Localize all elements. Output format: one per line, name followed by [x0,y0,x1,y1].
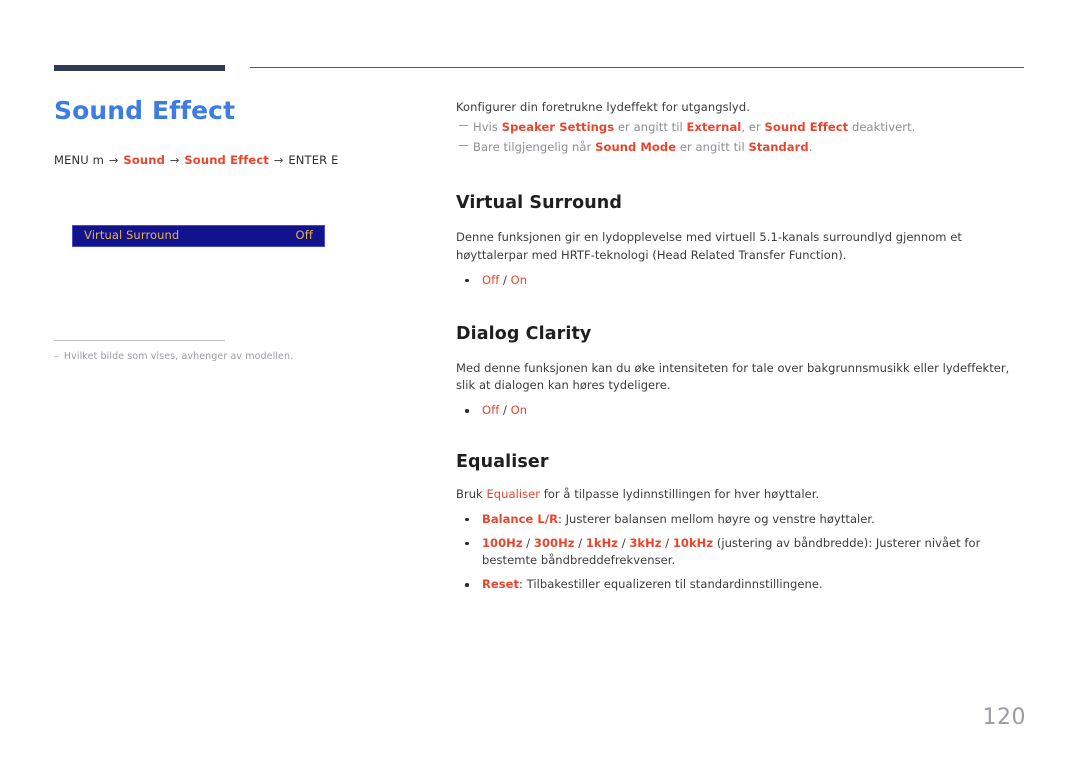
list-item: 100Hz / 300Hz / 1kHz / 3kHz / 10kHz (jus… [456,535,1026,571]
bullet-hl-balance[interactable]: Balance L/R [482,512,558,526]
menu-path-breadcrumb: MENU m → Sound → Sound Effect → ENTER E [54,153,404,167]
equaliser-bullets: Balance L/R: Justerer balansen mellom hø… [456,511,1026,594]
section-body: Med denne funksjonen kan du øke intensit… [456,360,1010,393]
arrow-icon-2: → [169,153,180,167]
option-separator: / [499,403,511,418]
osd-item-label: Virtual Surround [84,228,180,243]
menu-path-prefix-key: m [92,153,104,167]
note-1-hl-speaker-settings: Speaker Settings [501,119,615,134]
arrow-icon-3: → [273,153,284,167]
osd-menu-row-virtual-surround[interactable]: Virtual Surround Off [72,225,325,247]
menu-path-suffix: ENTER [288,153,328,167]
equaliser-body-hl: Equaliser [486,486,541,501]
menu-path-step-sound-effect[interactable]: Sound Effect [184,153,269,167]
note-2-hl-sound-mode: Sound Mode [595,139,677,154]
header-divider-line [250,67,1024,68]
note-1-mid1: er angitt til [614,119,687,134]
option-off[interactable]: Off [482,273,499,287]
list-item: Reset: Tilbakestiller equalizeren til st… [456,576,1026,594]
freq-10khz[interactable]: 10kHz [673,536,713,550]
freq-separator: / [574,535,586,550]
footnote-text: Hvilket bilde som vises, avhenger av mod… [63,351,294,362]
menu-path-step-sound[interactable]: Sound [123,153,165,167]
menu-path-suffix-key: E [331,153,339,167]
page-title: Sound Effect [54,96,236,125]
page-number: 120 [982,705,1026,730]
note-2-pre: Bare tilgjengelig når [473,139,596,154]
list-item: Off / On [456,402,1026,420]
note-1-pre: Hvis [473,119,502,134]
list-item: Balance L/R: Justerer balansen mellom hø… [456,511,1026,529]
section-options-list: Off / On [456,402,1026,420]
equaliser-body-pre: Bruk [456,486,487,501]
freq-3khz[interactable]: 3kHz [629,536,661,550]
note-dash-icon [459,144,468,146]
section-options-list: Off / On [456,272,1026,290]
freq-separator: / [618,535,630,550]
footnote-divider [54,340,225,341]
section-title: Equaliser [456,451,549,472]
note-1-post: deaktivert. [848,119,916,134]
note-dash-icon [459,124,468,126]
section-equaliser: Equaliser Bruk Equaliser for å tilpasse … [456,452,1026,594]
sub-note-2: Bare tilgjengelig når Sound Mode er angi… [456,137,1026,157]
note-2-hl-standard: Standard [748,139,809,154]
arrow-icon-1: → [108,153,119,167]
option-separator: / [499,272,511,287]
right-column: Konfigurer din foretrukne lydeffekt for … [456,99,1026,594]
sub-note-1: Hvis Speaker Settings er angitt til Exte… [456,117,1026,137]
freq-separator: / [522,535,534,550]
section-dialog-clarity: Dialog Clarity Med denne funksjonen kan … [456,324,1026,420]
note-2-mid2: . [808,139,813,154]
section-body: Bruk Equaliser for å tilpasse lydinnstil… [456,486,1026,504]
bullet-text: : Tilbakestiller equalizeren til standar… [519,577,823,592]
freq-300hz[interactable]: 300Hz [534,536,575,550]
note-1-hl-sound-effect: Sound Effect [764,119,849,134]
left-column: Sound Effect MENU m → Sound → Sound Effe… [54,96,404,167]
freq-1khz[interactable]: 1kHz [586,536,618,550]
footnote: – Hvilket bilde som vises, avhenger av m… [54,350,394,363]
menu-path-prefix: MENU [54,153,89,167]
header-accent-bar [54,65,225,71]
option-on[interactable]: On [511,403,527,417]
bullet-text: : Justerer balansen mellom høyre og vens… [557,511,875,526]
note-1-mid2: , er [741,119,765,134]
section-title: Virtual Surround [456,193,622,214]
osd-item-value[interactable]: Off [296,230,313,242]
freq-separator: / [661,535,673,550]
option-off[interactable]: Off [482,403,499,417]
intro-paragraph: Konfigurer din foretrukne lydeffekt for … [456,100,750,114]
section-body: Denne funksjonen gir en lydopplevelse me… [456,230,962,262]
note-2-mid1: er angitt til [676,139,749,154]
section-virtual-surround: Virtual Surround Denne funksjonen gir en… [456,193,1026,289]
freq-100hz[interactable]: 100Hz [482,536,523,550]
list-item: Off / On [456,272,1026,290]
note-1-hl-external: External [686,119,742,134]
equaliser-body-post: for å tilpasse lydinnstillingen for hver… [540,486,820,501]
footnote-dash: – [54,351,59,362]
option-on[interactable]: On [511,273,527,287]
bullet-hl-reset[interactable]: Reset [482,577,519,591]
section-title: Dialog Clarity [456,323,592,344]
